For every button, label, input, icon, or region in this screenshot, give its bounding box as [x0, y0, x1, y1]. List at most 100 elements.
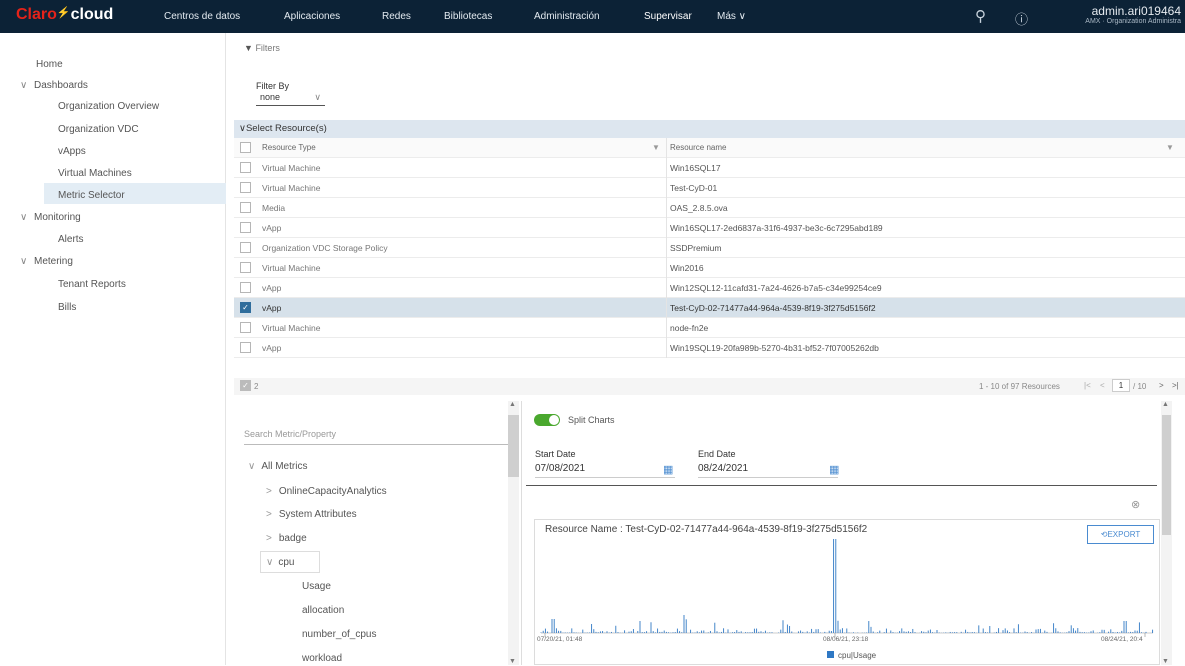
first-page-icon[interactable]: |<: [1084, 381, 1091, 390]
tree-onlinecapacityanalytics[interactable]: > OnlineCapacityAnalytics: [266, 486, 387, 497]
col-resource-type[interactable]: Resource Type: [262, 143, 316, 152]
metric-number-of-cpus[interactable]: number_of_cpus: [302, 629, 377, 640]
sidebar-item-home[interactable]: Home: [36, 59, 63, 70]
chevron-down-icon: ∨: [20, 256, 28, 267]
sidebar-item-metric-selector[interactable]: Metric Selector: [44, 183, 226, 204]
chart-panel: Split Charts Start Date 07/08/2021 ▦ End…: [518, 401, 1172, 665]
chevron-down-icon: ∨: [266, 557, 274, 568]
table-row-selected[interactable]: ✓ vApp Test-CyD-02-71477a44-964a-4539-8f19…: [234, 298, 1185, 318]
prev-page-icon[interactable]: <: [1100, 381, 1105, 390]
table-row[interactable]: Virtual Machine Test-CyD-01: [234, 178, 1185, 198]
nav-mas[interactable]: Más ∨: [717, 11, 746, 22]
row-checkbox[interactable]: [240, 182, 251, 193]
cell-name: node-fn2e: [670, 323, 709, 333]
table-row[interactable]: Virtual Machine Win16SQL17: [234, 158, 1185, 178]
table-row[interactable]: vApp Win16SQL17-2ed6837a-31f6-4937-be3c-6…: [234, 218, 1185, 238]
metric-search-input[interactable]: Search Metric/Property: [244, 429, 508, 445]
last-page-icon[interactable]: >|: [1172, 381, 1179, 390]
nav-centros-de-datos[interactable]: Centros de datos: [164, 11, 240, 22]
cell-name: SSDPremium: [670, 243, 722, 253]
nav-supervisar[interactable]: Supervisar: [644, 11, 692, 22]
row-checkbox[interactable]: [240, 242, 251, 253]
row-checkbox[interactable]: [240, 202, 251, 213]
grid-footer: ✓ 2 1 - 10 of 97 Resources |< < 1 / 10 >…: [234, 378, 1185, 395]
page-input[interactable]: 1: [1112, 379, 1130, 392]
close-icon[interactable]: ⊗: [1131, 498, 1140, 511]
sidebar: Home ∨ Dashboards Organization Overview O…: [0, 33, 226, 665]
grid-header: Resource Type ▼ Resource name ▼: [234, 138, 1185, 158]
row-checkbox[interactable]: [240, 282, 251, 293]
split-charts-toggle[interactable]: [534, 414, 560, 426]
calendar-icon[interactable]: ▦: [663, 463, 673, 476]
table-row[interactable]: vApp Win19SQL19-20fa989b-5270-4b31-bf52-7…: [234, 338, 1185, 358]
cell-type: Virtual Machine: [262, 323, 321, 333]
cell-type: vApp: [262, 303, 282, 313]
filter-funnel-icon[interactable]: ▼: [652, 143, 660, 152]
metric-tree-panel: Search Metric/Property ∨ All Metrics > Onl…: [234, 401, 522, 665]
table-row[interactable]: Virtual Machine node-fn2e: [234, 318, 1185, 338]
row-checkbox[interactable]: [240, 262, 251, 273]
chevron-right-icon: >: [266, 486, 272, 497]
sidebar-group-metering[interactable]: ∨ Metering: [20, 256, 73, 267]
cell-type: Virtual Machine: [262, 263, 321, 273]
filter-funnel-icon[interactable]: ▼: [1166, 143, 1174, 152]
metric-allocation[interactable]: allocation: [302, 605, 344, 616]
row-checkbox[interactable]: [240, 162, 251, 173]
table-row[interactable]: Virtual Machine Win2016: [234, 258, 1185, 278]
sidebar-item-organization-vdc[interactable]: Organization VDC: [58, 124, 139, 135]
row-checkbox-checked[interactable]: ✓: [240, 302, 251, 313]
metric-usage[interactable]: Usage: [302, 581, 331, 592]
sidebar-item-vapps[interactable]: vApps: [58, 146, 86, 157]
end-date-input[interactable]: 08/24/2021: [698, 463, 838, 478]
sidebar-item-tenant-reports[interactable]: Tenant Reports: [58, 279, 126, 290]
row-checkbox[interactable]: [240, 322, 251, 333]
table-row[interactable]: Organization VDC Storage Policy SSDPremiu…: [234, 238, 1185, 258]
chart-panel-scrollbar[interactable]: ▲ ▼: [1161, 401, 1172, 665]
select-all-checkbox[interactable]: [240, 142, 251, 153]
tree-system-attributes[interactable]: > System Attributes: [266, 509, 357, 520]
sidebar-item-virtual-machines[interactable]: Virtual Machines: [58, 168, 132, 179]
cell-name: Win12SQL12-11cafd31-7a24-4626-b7a5-c34e9…: [670, 283, 882, 293]
filter-by-select[interactable]: none ∨: [256, 92, 325, 106]
user-menu[interactable]: admin.ari019464 AMX · Organization Admin…: [1085, 4, 1181, 25]
nav-redes[interactable]: Redes: [382, 11, 411, 22]
tree-all-metrics[interactable]: ∨ All Metrics: [248, 461, 307, 472]
sidebar-item-alerts[interactable]: Alerts: [58, 234, 84, 245]
search-icon[interactable]: ⚲: [975, 7, 986, 25]
sidebar-item-organization-overview[interactable]: Organization Overview: [58, 101, 159, 112]
sidebar-group-monitoring[interactable]: ∨ Monitoring: [20, 212, 81, 223]
chevron-down-icon: ∨: [314, 92, 321, 102]
top-navigation-bar: Claro⚡cloud Centros de datos Aplicacione…: [0, 0, 1185, 33]
start-date-label: Start Date: [535, 449, 576, 459]
chevron-down-icon: ∨: [20, 80, 28, 91]
table-row[interactable]: vApp Win12SQL12-11cafd31-7a24-4626-b7a5-c…: [234, 278, 1185, 298]
nav-administracion[interactable]: Administración: [534, 11, 600, 22]
table-row[interactable]: Media OAS_2.8.5.ova: [234, 198, 1185, 218]
sidebar-item-bills[interactable]: Bills: [58, 302, 76, 313]
cell-name: Win16SQL17-2ed6837a-31f6-4937-be3c-6c729…: [670, 223, 883, 233]
user-role: AMX · Organization Administra: [1085, 18, 1181, 25]
sidebar-group-dashboards[interactable]: ∨ Dashboards: [20, 80, 88, 91]
cell-name: Test-CyD-02-71477a44-964a-4539-8f19-3f27…: [670, 303, 876, 313]
row-checkbox[interactable]: [240, 342, 251, 353]
nav-aplicaciones[interactable]: Aplicaciones: [284, 11, 340, 22]
nav-bibliotecas[interactable]: Bibliotecas: [444, 11, 492, 22]
cell-name: Win16SQL17: [670, 163, 721, 173]
end-date-label: End Date: [698, 449, 736, 459]
metric-workload[interactable]: workload: [302, 653, 342, 664]
tree-badge[interactable]: > badge: [266, 533, 307, 544]
start-date-input[interactable]: 07/08/2021: [535, 463, 675, 478]
row-checkbox[interactable]: [240, 222, 251, 233]
claro-cloud-logo[interactable]: Claro⚡cloud: [16, 6, 113, 24]
cell-name: Win2016: [670, 263, 704, 273]
chart-legend[interactable]: cpu|Usage: [827, 651, 876, 660]
calendar-icon[interactable]: ▦: [829, 463, 839, 476]
cell-type: vApp: [262, 343, 282, 353]
tree-cpu[interactable]: ∨ cpu: [260, 551, 320, 573]
next-page-icon[interactable]: >: [1159, 381, 1164, 390]
select-resources-header[interactable]: ∨Select Resource(s): [234, 120, 1185, 138]
col-resource-name[interactable]: Resource name: [670, 143, 726, 152]
help-icon[interactable]: ⓘ: [1015, 9, 1028, 28]
filters-toggle[interactable]: ▼ Filters: [244, 43, 280, 53]
split-charts-label: Split Charts: [568, 415, 615, 425]
